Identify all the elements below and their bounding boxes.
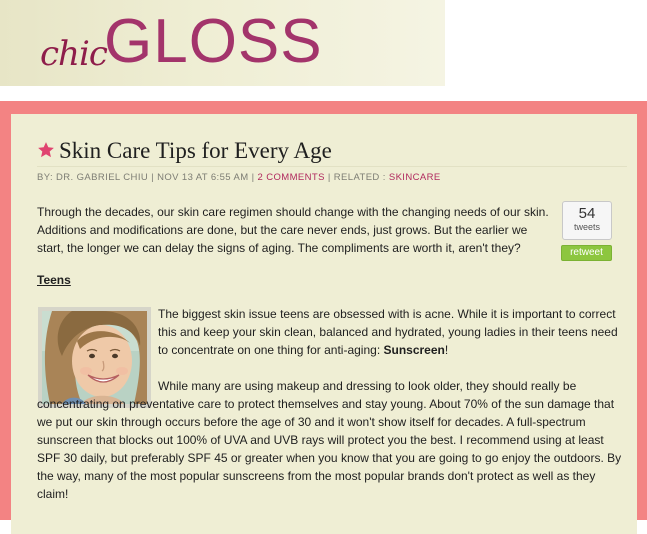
meta-related-label: | RELATED : <box>327 172 386 183</box>
tweet-counter[interactable]: 54 tweets <box>562 201 612 240</box>
article-container: Skin Care Tips for Every Age BY: DR. GAB… <box>11 114 637 534</box>
title-row: Skin Care Tips for Every Age <box>37 138 627 168</box>
article-meta: BY: DR. GABRIEL CHIU | NOV 13 AT 6:55 AM… <box>37 172 441 183</box>
teens-paragraph-1: The biggest skin issue teens are obsesse… <box>158 305 618 359</box>
sunscreen-emphasis: Sunscreen <box>383 343 445 357</box>
logo-main-text: GLOSS <box>104 7 323 76</box>
star-icon <box>38 142 54 158</box>
site-header: chic GLOSS <box>0 0 647 102</box>
retweet-button[interactable]: retweet <box>561 245 612 261</box>
tweet-label: tweets <box>573 222 600 232</box>
teens-paragraph-1-end: ! <box>444 343 449 357</box>
tweet-count: 54 <box>578 205 596 222</box>
site-logo[interactable]: chic GLOSS <box>0 0 445 86</box>
comments-link[interactable]: 2 COMMENTS <box>257 172 324 183</box>
related-skincare-link[interactable]: SKINCARE <box>389 172 441 183</box>
meta-byline: BY: DR. GABRIEL CHIU | NOV 13 AT 6:55 AM… <box>37 172 255 183</box>
section-heading-teens: Teens <box>37 273 71 287</box>
teens-paragraph-2-text: While many are using makeup and dressing… <box>37 379 622 501</box>
article-title[interactable]: Skin Care Tips for Every Age <box>59 138 332 164</box>
title-divider <box>37 166 627 167</box>
logo-script-text: chic <box>40 34 108 74</box>
intro-paragraph: Through the decades, our skin care regim… <box>37 205 549 255</box>
teens-paragraph-2: While many are using makeup and dressing… <box>37 377 623 503</box>
